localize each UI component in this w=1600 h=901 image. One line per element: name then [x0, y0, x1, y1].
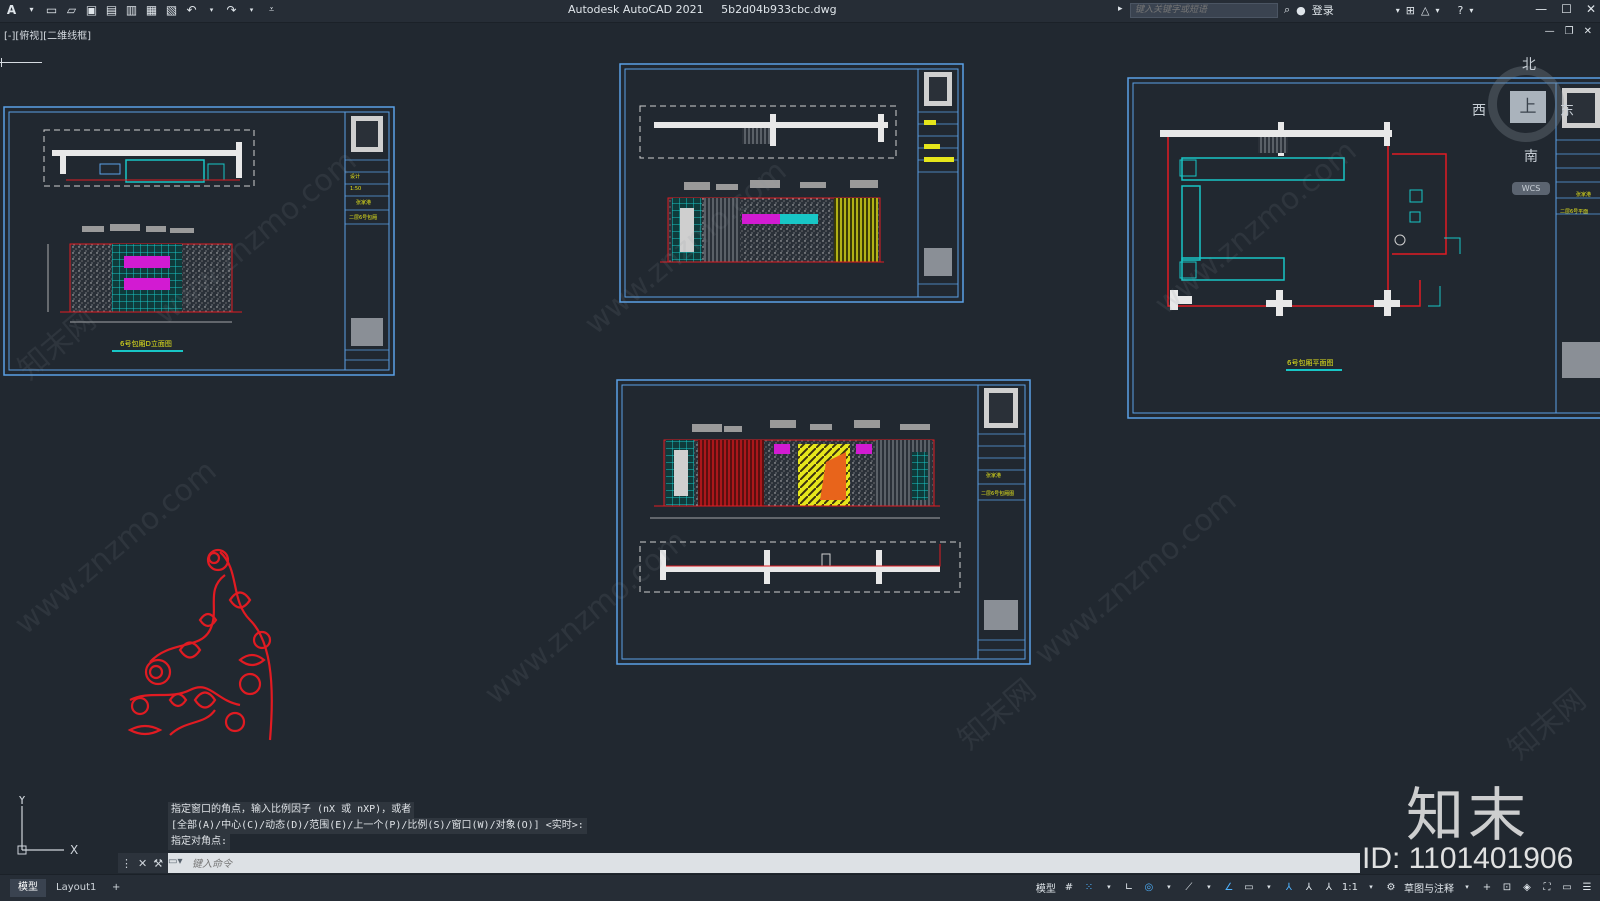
tab-model[interactable]: 模型: [10, 879, 46, 897]
polar-tracking-icon[interactable]: ◎: [1142, 879, 1156, 895]
ortho-icon[interactable]: ∟: [1122, 879, 1136, 895]
tb3-field-b: 二层6号包厢图: [981, 490, 1014, 497]
snap-dropdown-icon[interactable]: ▾: [1102, 879, 1116, 895]
tab-layout1[interactable]: Layout1: [48, 879, 104, 897]
annotation-scale-icon[interactable]: ⅄: [1322, 879, 1336, 895]
viewcube-east[interactable]: 东: [1560, 100, 1574, 120]
workspace-switch[interactable]: 草图与注释: [1404, 879, 1454, 895]
close-command-line-icon[interactable]: ✕: [138, 857, 147, 870]
object-snap-tracking-icon[interactable]: ∠: [1222, 879, 1236, 895]
add-layout-button[interactable]: +: [104, 879, 128, 897]
units-icon[interactable]: ⊡: [1500, 879, 1514, 895]
tb1-field-a: 设计: [350, 173, 360, 180]
sheet4-caption: 6号包厢平面图: [1287, 358, 1333, 367]
command-line-controls: ⋮ ✕ ⚒: [118, 853, 168, 873]
polar-dropdown-icon[interactable]: ▾: [1162, 879, 1176, 895]
annotation-monitor-icon[interactable]: +: [1480, 879, 1494, 895]
sheet-elevation-b[interactable]: 张家港 二层6号包厢图: [616, 379, 1031, 665]
viewcube[interactable]: 北 南 西 东 上: [1472, 57, 1574, 165]
isodraft-icon[interactable]: ⟋: [1182, 879, 1196, 895]
status-bar: 模型 Layout1 + 模型 # ⁙ ▾ ∟ ◎ ▾ ⟋ ▾ ∠ ▭ ▾ ⅄ …: [0, 874, 1600, 901]
customize-wrench-icon[interactable]: ⚒: [153, 857, 163, 870]
annotation-scale-value[interactable]: 1:1: [1342, 879, 1358, 895]
brand-logo: 知末: [1406, 781, 1531, 849]
tb3-field-a: 张家港: [986, 472, 1001, 479]
tb1-field-d: 二层6号包厢: [349, 214, 377, 221]
sheet-elevation-d[interactable]: 设计 1:50 张家港 二层6号包厢 6号包厢D立面图: [3, 106, 395, 376]
viewcube-top-face[interactable]: 上: [1510, 91, 1546, 123]
customize-menu-icon[interactable]: ☰: [1580, 879, 1594, 895]
grip-icon[interactable]: ⋮: [121, 857, 132, 870]
isolate-objects-icon[interactable]: ◈: [1520, 879, 1534, 895]
ucs-x-label: X: [70, 843, 78, 857]
ucs-y-label: Y: [17, 796, 26, 807]
wcs-menu-button[interactable]: WCS: [1512, 182, 1550, 195]
viewcube-west[interactable]: 西: [1472, 100, 1486, 120]
workspace-dropdown-icon[interactable]: ▾: [1460, 879, 1474, 895]
viewcube-south[interactable]: 南: [1524, 146, 1538, 166]
workspace-gear-icon[interactable]: ⚙: [1384, 879, 1398, 895]
command-history-line: [全部(A)/中心(C)/动态(D)/范围(E)/上一个(P)/比例(S)/窗口…: [168, 818, 587, 834]
viewcube-north[interactable]: 北: [1522, 54, 1536, 74]
status-tools: 模型 # ⁙ ▾ ∟ ◎ ▾ ⟋ ▾ ∠ ▭ ▾ ⅄ ⅄ ⅄ 1:1 ▾ ⚙ 草…: [1036, 879, 1594, 895]
object-snap-dropdown-icon[interactable]: ▾: [1262, 879, 1276, 895]
tb4-field-a: 张家港: [1576, 191, 1591, 198]
scale-dropdown-icon[interactable]: ▾: [1364, 879, 1378, 895]
resource-id: ID: 1101401906: [1362, 842, 1574, 875]
floral-ornament[interactable]: [127, 548, 273, 741]
drawing-canvas[interactable]: 设计 1:50 张家港 二层6号包厢 6号包厢D立面图 张家港 二层6号包厢图 …: [0, 0, 1600, 900]
ucs-icon: Y X: [17, 796, 78, 857]
command-history: 指定窗口的角点，输入比例因子 (nX 或 nXP)，或者 [全部(A)/中心(C…: [168, 802, 587, 850]
isodraft-dropdown-icon[interactable]: ▾: [1202, 879, 1216, 895]
auto-scale-icon[interactable]: ⅄: [1302, 879, 1316, 895]
sheet1-caption: 6号包厢D立面图: [120, 339, 172, 348]
clean-screen-icon[interactable]: ▭: [1560, 879, 1574, 895]
grid-icon[interactable]: #: [1062, 879, 1076, 895]
recent-commands-icon[interactable]: ▭▾: [168, 856, 186, 870]
annotation-visibility-icon[interactable]: ⅄: [1282, 879, 1296, 895]
model-space-toggle[interactable]: 模型: [1036, 879, 1056, 895]
tb1-field-b: 1:50: [350, 186, 361, 192]
command-history-line: 指定对角点:: [168, 834, 231, 850]
tb4-field-b: 二层6号平面: [1560, 209, 1588, 215]
tb1-field-c: 张家港: [356, 199, 371, 206]
sheet-elevation-top[interactable]: [619, 63, 964, 303]
command-input[interactable]: [190, 855, 1354, 873]
command-history-line: 指定窗口的角点，输入比例因子 (nX 或 nXP)，或者: [168, 802, 415, 818]
object-snap-icon[interactable]: ▭: [1242, 879, 1256, 895]
hardware-acceleration-icon[interactable]: ⛶: [1540, 879, 1554, 895]
snap-mode-icon[interactable]: ⁙: [1082, 879, 1096, 895]
